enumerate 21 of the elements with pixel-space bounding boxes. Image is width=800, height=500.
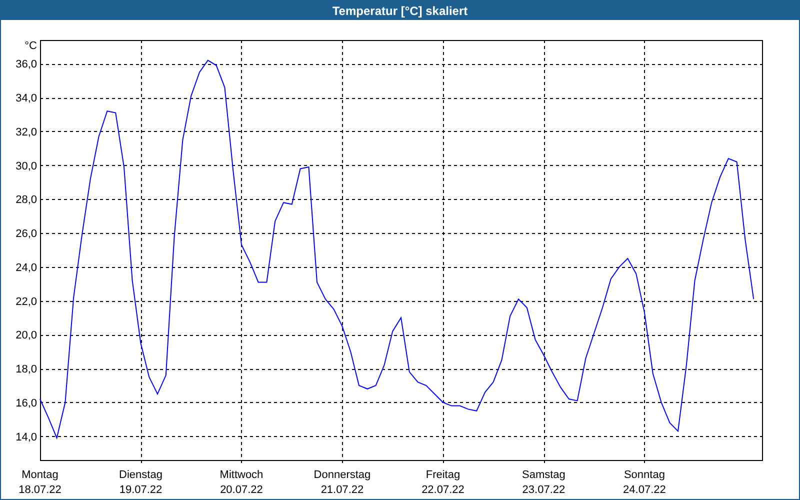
y-tick-label: 32,0 — [16, 126, 37, 138]
x-tick-label: Donnerstag 21.07.22 — [314, 469, 371, 496]
y-tick-label: 36,0 — [16, 58, 37, 71]
y-tick-label: 28,0 — [16, 194, 37, 206]
chart-title: Temperatur [°C] skaliert — [332, 4, 468, 18]
x-tick-label: Montag 18.07.22 — [18, 469, 62, 496]
y-tick-label: 24,0 — [16, 262, 37, 274]
y-tick-label: 26,0 — [16, 228, 37, 240]
y-tick-label: 30,0 — [16, 160, 37, 172]
x-tick-label: Dienstag 19.07.22 — [119, 469, 162, 496]
y-tick-label: 18,0 — [16, 364, 37, 376]
y-tick-label: 16,0 — [16, 397, 37, 410]
y-axis-unit: °C — [24, 40, 37, 52]
y-tick-label: 34,0 — [16, 92, 37, 105]
x-tick-label: Sonntag 24.07.22 — [623, 469, 666, 496]
x-tick-label: Samstag 23.07.22 — [522, 469, 566, 496]
y-tick-label: 22,0 — [16, 296, 37, 308]
x-tick-label: Freitag 22.07.22 — [422, 469, 464, 496]
x-tick-label: Mittwoch 20.07.22 — [220, 469, 264, 496]
y-tick-label: 20,0 — [16, 330, 37, 342]
y-tick-label: 14,0 — [16, 431, 37, 444]
